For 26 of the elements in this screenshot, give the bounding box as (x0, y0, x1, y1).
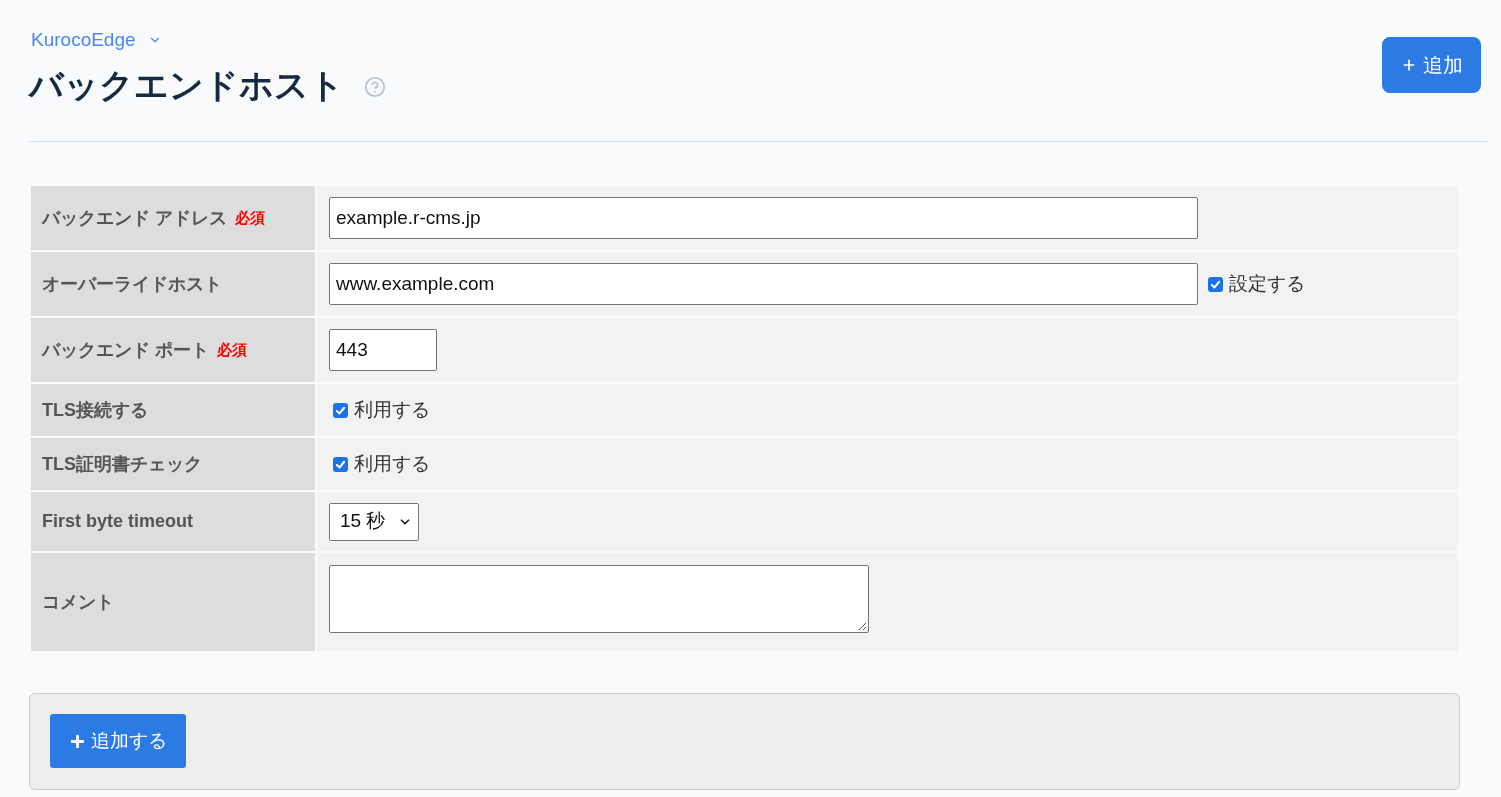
checkbox-label: 設定する (1229, 272, 1305, 296)
field-label: コメント (42, 590, 114, 614)
checkbox-label: 利用する (354, 398, 430, 422)
select-field[interactable]: 15 秒 (329, 502, 419, 541)
checkbox[interactable] (333, 456, 348, 472)
field-label: TLS証明書チェック (42, 452, 202, 476)
text-input[interactable]: example.r-cms.jp (329, 197, 1198, 239)
field-label: オーバーライドホスト (42, 272, 222, 296)
checkbox[interactable] (333, 402, 348, 418)
page-title: バックエンドホスト (29, 65, 344, 106)
required-mark: 必須 (235, 207, 265, 228)
field-label: First byte timeout (42, 510, 193, 533)
text-input[interactable]: www.example.com (329, 263, 1198, 305)
field-label: バックエンド アドレス (42, 206, 227, 230)
plus-icon (69, 733, 85, 749)
field-label: TLS接続する (42, 398, 148, 422)
required-mark: 必須 (217, 339, 247, 360)
submit-button[interactable]: 追加する (50, 714, 186, 768)
textarea-field[interactable] (329, 564, 869, 633)
resize-grip-icon[interactable] (858, 621, 867, 631)
select-value: 15 秒 (340, 509, 386, 534)
text-input[interactable]: 443 (329, 329, 437, 371)
checkbox-label: 利用する (354, 452, 430, 476)
add-button[interactable]: 追加 (1382, 37, 1481, 93)
field-label: バックエンド ポート (42, 338, 209, 362)
checkbox[interactable] (1208, 276, 1223, 292)
